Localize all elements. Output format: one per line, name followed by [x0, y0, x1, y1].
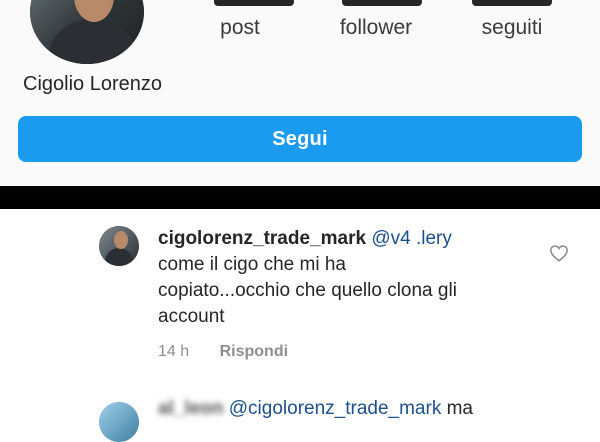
follower-count	[342, 0, 422, 6]
comment-time: 14 h	[158, 343, 190, 360]
profile-avatar[interactable]	[30, 0, 144, 64]
comment-mention[interactable]: @v4 .lery	[371, 228, 452, 249]
heart-outline-icon[interactable]	[549, 244, 569, 262]
comment-text: come il cigo che mi ha copiato...occhio …	[158, 254, 457, 327]
section-divider	[0, 186, 600, 209]
comment-avatar[interactable]	[99, 402, 139, 442]
reply-button[interactable]: Rispondi	[220, 343, 288, 360]
comment-author[interactable]: al_leon	[158, 398, 223, 419]
stat-label-follower[interactable]: follower	[328, 16, 424, 40]
post-count	[214, 0, 294, 6]
comment-text: ma	[446, 398, 474, 419]
stat-label-seguiti[interactable]: seguiti	[470, 16, 554, 40]
comment-body: al_leon @cigolorenz_trade_mark ma	[158, 396, 538, 422]
follow-button[interactable]: Segui	[18, 116, 582, 162]
comment-body: cigolorenz_trade_mark @v4 .lery come il …	[158, 226, 458, 330]
stat-label-post[interactable]: post	[198, 16, 282, 40]
comment-mention[interactable]: @cigolorenz_trade_mark	[229, 398, 442, 419]
following-count	[472, 0, 552, 6]
comment-avatar[interactable]	[99, 226, 139, 266]
profile-header: post follower seguiti Cigolio Lorenzo Se…	[0, 0, 600, 186]
comment-meta: 14 h Rispondi	[158, 343, 288, 361]
comment-author[interactable]: cigolorenz_trade_mark	[158, 228, 366, 249]
profile-name: Cigolio Lorenzo	[23, 73, 162, 95]
